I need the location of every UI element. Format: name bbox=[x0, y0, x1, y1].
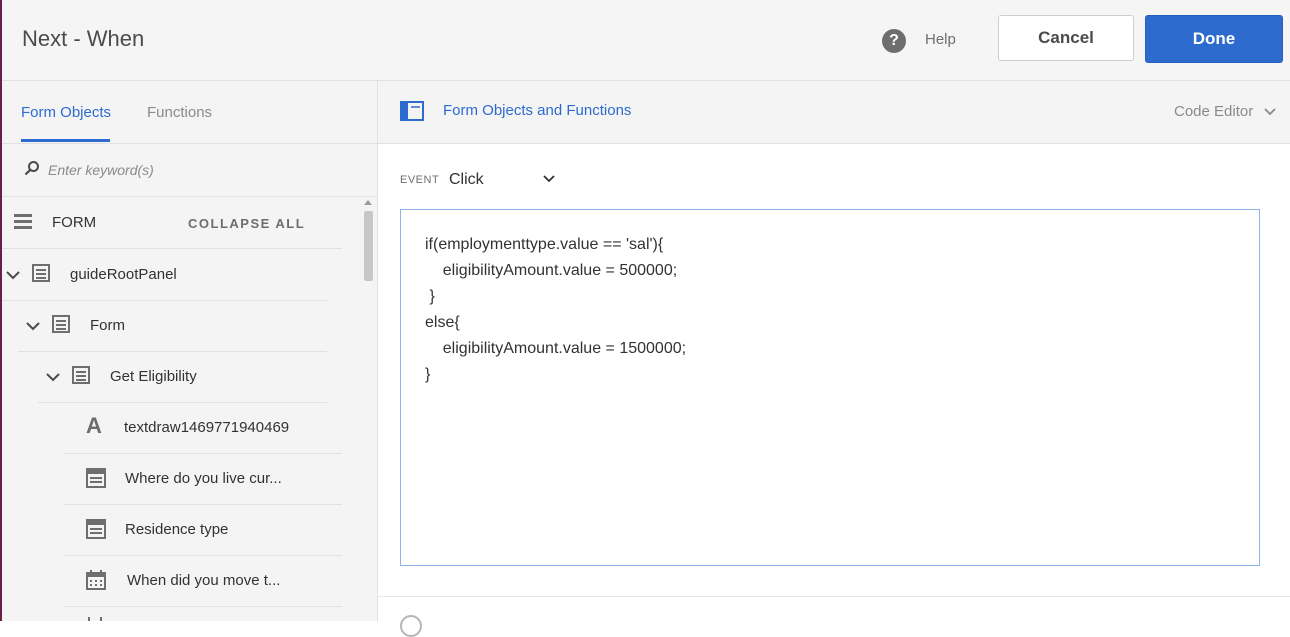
scrollbar-thumb[interactable] bbox=[364, 211, 373, 281]
tree-item-textdraw[interactable]: A textdraw1469771940469 bbox=[64, 402, 342, 454]
form-list-icon bbox=[14, 214, 32, 229]
chevron-down-icon[interactable] bbox=[6, 270, 20, 280]
dialog-header: Next - When ? Help Cancel Done bbox=[2, 0, 1290, 81]
collapse-all-button[interactable]: COLLAPSE ALL bbox=[188, 216, 305, 231]
code-editor[interactable]: if(employmenttype.value == 'sal'){ eligi… bbox=[400, 209, 1260, 566]
tree-item-when-did-you-move[interactable]: When did you move t... bbox=[64, 555, 342, 607]
active-tab-indicator bbox=[21, 139, 110, 142]
tree-item-label: Get Eligibility bbox=[110, 368, 197, 385]
tab-functions[interactable]: Functions bbox=[147, 104, 212, 121]
form-objects-panel: Form Objects Functions FORM COLLAPSE ALL bbox=[2, 81, 378, 621]
code-line: else{ bbox=[425, 314, 460, 331]
tree-item-form[interactable]: Form bbox=[18, 300, 327, 352]
tree-item-label: Form bbox=[90, 317, 125, 334]
tree-item-label: guideRootPanel bbox=[70, 266, 177, 283]
text-draw-icon: A bbox=[86, 413, 102, 438]
code-line: } bbox=[425, 366, 431, 383]
code-line: } bbox=[425, 288, 435, 305]
tree-item-where-do-you-live[interactable]: Where do you live cur... bbox=[64, 453, 342, 505]
dropdown-field-icon bbox=[86, 519, 106, 539]
tree-scrollbar[interactable] bbox=[362, 197, 374, 621]
tree-item-guideRootPanel[interactable]: guideRootPanel bbox=[2, 249, 327, 301]
form-object-tree: FORM COLLAPSE ALL guideRootPanel Form Ge… bbox=[2, 197, 342, 621]
help-icon[interactable]: ? bbox=[882, 29, 906, 53]
dropdown-field-icon bbox=[86, 468, 106, 488]
chevron-down-icon[interactable] bbox=[26, 321, 40, 331]
tree-item-label: Where do you live cur... bbox=[125, 470, 282, 487]
done-button[interactable]: Done bbox=[1145, 15, 1283, 63]
info-icon[interactable] bbox=[400, 615, 422, 637]
code-line: eligibilityAmount.value = 1500000; bbox=[425, 340, 687, 357]
form-objects-functions-toggle[interactable]: Form Objects and Functions bbox=[443, 102, 631, 119]
editor-header: Form Objects and Functions Code Editor bbox=[378, 81, 1290, 144]
panel-icon bbox=[72, 366, 90, 384]
field-icon bbox=[88, 617, 102, 621]
event-label: EVENT bbox=[400, 174, 440, 186]
search-bar bbox=[2, 144, 377, 197]
tab-form-objects[interactable]: Form Objects bbox=[21, 104, 111, 121]
chevron-down-icon[interactable] bbox=[542, 174, 556, 183]
help-link[interactable]: Help bbox=[925, 31, 956, 48]
divider bbox=[378, 596, 1290, 597]
code-line: if(employmenttype.value == 'sal'){ bbox=[425, 236, 664, 253]
tree-item-residence-type[interactable]: Residence type bbox=[64, 504, 342, 556]
sidebar-toggle-icon[interactable] bbox=[400, 101, 424, 121]
chevron-down-icon[interactable] bbox=[46, 372, 60, 382]
calendar-icon bbox=[86, 570, 106, 590]
panel-tabs: Form Objects Functions bbox=[2, 81, 377, 144]
search-icon bbox=[24, 161, 39, 176]
tree-item-get-eligibility[interactable]: Get Eligibility bbox=[38, 351, 327, 403]
search-input[interactable] bbox=[46, 157, 350, 183]
scroll-up-arrow-icon[interactable] bbox=[364, 200, 372, 205]
code-line: eligibilityAmount.value = 500000; bbox=[425, 262, 678, 279]
form-header-row: FORM COLLAPSE ALL bbox=[2, 197, 342, 249]
code-editor-dropdown[interactable]: Code Editor bbox=[1174, 103, 1253, 120]
page-title: Next - When bbox=[22, 26, 145, 51]
chevron-down-icon[interactable] bbox=[1264, 108, 1276, 116]
cancel-button[interactable]: Cancel bbox=[998, 15, 1134, 61]
tree-item-label: Residence type bbox=[125, 521, 229, 538]
event-select[interactable]: Click bbox=[449, 171, 484, 189]
tree-item-label: When did you move t... bbox=[127, 572, 281, 589]
panel-icon bbox=[32, 264, 50, 282]
panel-icon bbox=[52, 315, 70, 333]
tree-item-label: textdraw1469771940469 bbox=[124, 419, 290, 436]
tree-item-partial[interactable] bbox=[64, 606, 342, 621]
form-label: FORM bbox=[52, 214, 97, 231]
